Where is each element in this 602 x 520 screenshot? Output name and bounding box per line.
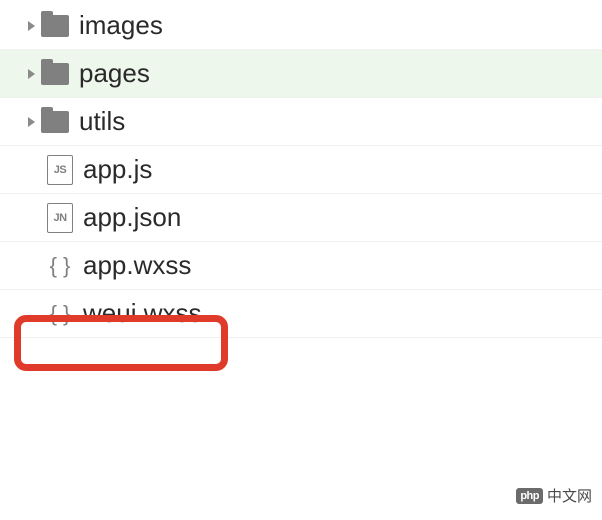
tree-item-label: weui.wxss — [83, 298, 201, 329]
file-tree: images pages utils JS app.js JN app.json… — [0, 0, 602, 338]
watermark: php 中文网 — [516, 485, 592, 506]
folder-icon — [41, 15, 69, 37]
folder-icon — [41, 111, 69, 133]
tree-item-label: app.js — [83, 154, 152, 185]
braces-icon: { } — [47, 251, 73, 281]
tree-item-label: utils — [79, 106, 125, 137]
js-file-icon: JS — [47, 155, 73, 185]
tree-file-weui-wxss[interactable]: { } weui.wxss — [0, 290, 602, 338]
tree-file-app-wxss[interactable]: { } app.wxss — [0, 242, 602, 290]
tree-item-label: pages — [79, 58, 150, 89]
tree-file-app-json[interactable]: JN app.json — [0, 194, 602, 242]
folder-icon — [41, 63, 69, 85]
tree-folder-pages[interactable]: pages — [0, 50, 602, 98]
tree-file-app-js[interactable]: JS app.js — [0, 146, 602, 194]
json-file-icon: JN — [47, 203, 73, 233]
watermark-text: 中文网 — [547, 485, 592, 506]
disclosure-icon — [28, 69, 35, 79]
tree-folder-utils[interactable]: utils — [0, 98, 602, 146]
tree-item-label: app.wxss — [83, 250, 191, 281]
tree-item-label: app.json — [83, 202, 181, 233]
tree-item-label: images — [79, 10, 163, 41]
disclosure-icon — [28, 21, 35, 31]
watermark-badge: php — [516, 488, 543, 504]
disclosure-icon — [28, 117, 35, 127]
tree-folder-images[interactable]: images — [0, 2, 602, 50]
braces-icon: { } — [47, 299, 73, 329]
